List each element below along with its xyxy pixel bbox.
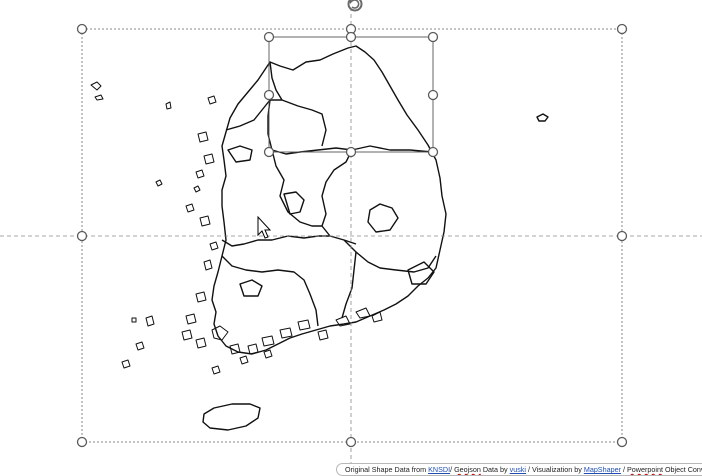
mapshaper-link[interactable]: MapShaper (584, 465, 621, 474)
inner-handle-bottom-left[interactable] (263, 146, 275, 158)
border-gyeongnam (341, 251, 357, 319)
resize-handle-bottom-left[interactable] (76, 436, 88, 448)
jeju-island[interactable] (202, 403, 261, 431)
credit-powerpoint: Powerpoint (627, 465, 663, 474)
resize-handle-left[interactable] (76, 230, 88, 242)
border-north (225, 99, 327, 147)
resize-handle-top-right[interactable] (616, 23, 628, 35)
nw-island[interactable] (90, 81, 104, 101)
outer-handles[interactable] (76, 23, 628, 448)
credit-geojson: Geojson (454, 465, 481, 474)
outer-selection-frame (81, 28, 623, 443)
resize-handle-right[interactable] (616, 230, 628, 242)
border-jeonnam (221, 255, 319, 327)
ulleung-island[interactable] (536, 113, 549, 122)
inner-handle-top[interactable] (345, 31, 357, 43)
border-gwangju (239, 279, 263, 297)
attribution-credit: Original Shape Data from KNSDI/ Geojson … (336, 463, 702, 476)
arrow-pointer-icon (257, 215, 272, 239)
resize-handle-bottom-right[interactable] (616, 436, 628, 448)
rotate-icon[interactable] (347, 0, 363, 12)
vuski-link[interactable]: vuski (510, 465, 526, 474)
outer-selection[interactable] (0, 0, 702, 476)
knsdi-link[interactable]: KNSDI (428, 465, 450, 474)
border-seoul (227, 145, 253, 163)
mainland-outline[interactable] (211, 45, 447, 355)
inner-handle-top-right[interactable] (427, 31, 439, 43)
resize-handle-bottom[interactable] (345, 436, 357, 448)
west-islands (121, 95, 221, 375)
slide-canvas[interactable] (0, 0, 702, 476)
inner-handle-top-left[interactable] (263, 31, 275, 43)
korea-map[interactable] (90, 45, 549, 431)
inner-handle-left[interactable] (263, 89, 275, 101)
border-jeonbuk (221, 235, 330, 247)
credit-text-3: Data by (480, 465, 510, 474)
border-gyeongbuk (343, 239, 437, 273)
resize-handle-top-left[interactable] (76, 23, 88, 35)
border-daegu (367, 203, 399, 233)
inner-handle-bottom-right[interactable] (427, 146, 439, 158)
credit-text-1: Original Shape Data from (345, 465, 429, 474)
border-gyeonggi (267, 99, 433, 155)
inner-handle-bottom[interactable] (345, 146, 357, 158)
credit-text-6: Object Conversion and (664, 465, 702, 474)
border-chungnam (271, 149, 322, 227)
inner-handle-right[interactable] (427, 89, 439, 101)
credit-text-4: / Visualization by (526, 465, 584, 474)
